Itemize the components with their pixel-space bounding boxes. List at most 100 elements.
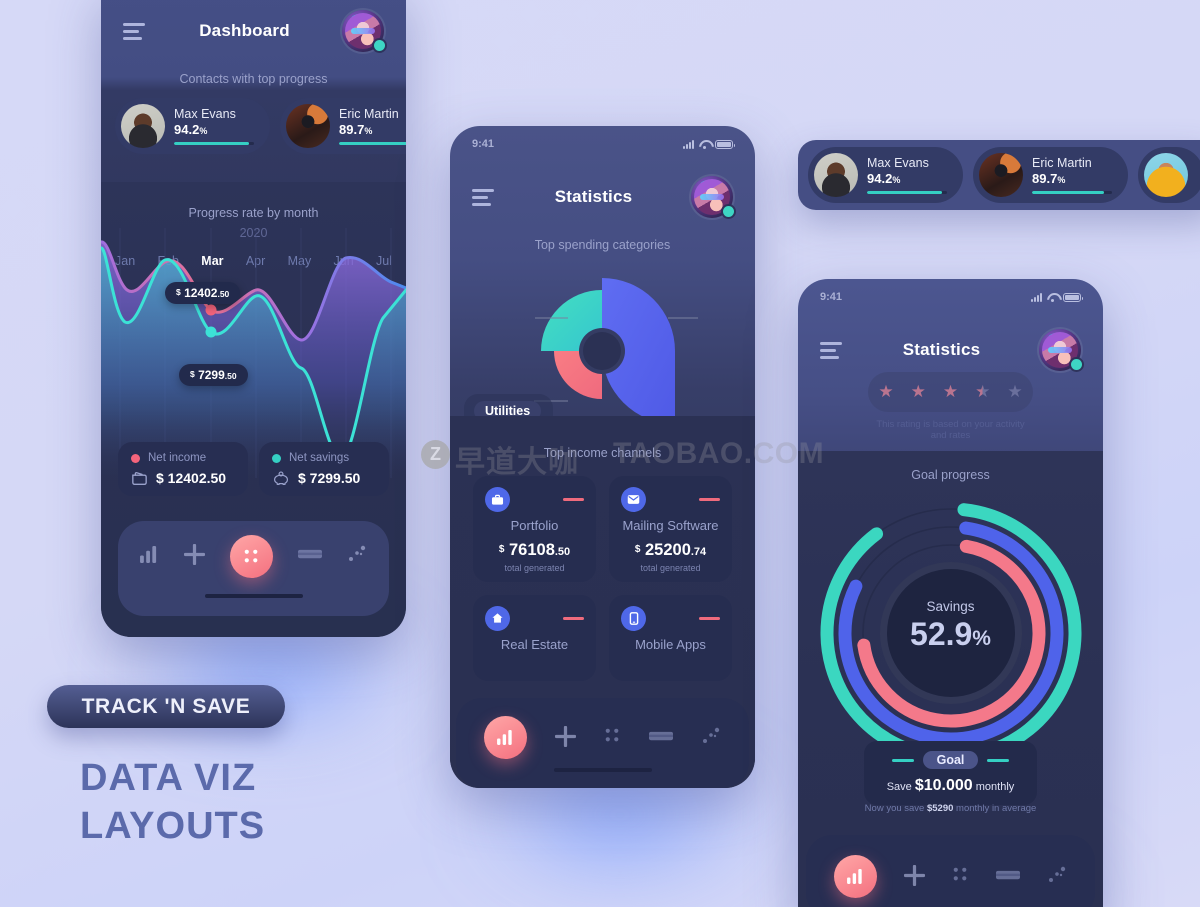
online-status-dot: [1071, 359, 1082, 370]
mobile-icon: [621, 605, 646, 631]
page-title: Statistics: [554, 187, 633, 206]
nav-chart-bar-fab-button[interactable]: [833, 855, 877, 898]
watermark-logo: Z: [421, 440, 450, 469]
star-4-half-icon[interactable]: ★: [975, 382, 990, 402]
wifi-icon: [1047, 293, 1058, 302]
spending-label: Top spending categories: [534, 238, 671, 252]
stat-cards: Net income $ 12402.50 Net savings $ 7299…: [118, 442, 389, 496]
rating-note: This rating is based on your activity an…: [876, 419, 1025, 441]
avatar-glasses: [351, 28, 375, 34]
stat-value: $ 12402.50: [156, 470, 227, 486]
income-card-name: Mailing Software: [622, 518, 719, 533]
contact-percent: 94.2%: [174, 121, 208, 137]
nav-scatter-icon[interactable]: [347, 545, 367, 568]
phone-dashboard: Dashboard Contacts with top progress Max…: [101, 0, 406, 637]
goal-card[interactable]: Goal Save $10.000 monthly: [864, 741, 1037, 805]
income-card-real-estate[interactable]: Real Estate: [473, 594, 596, 681]
income-card-portfolio[interactable]: Portfolio $ 76108.50 total generated: [473, 476, 596, 582]
tooltip-net-income: $ 12402.50: [165, 282, 241, 304]
star-5-icon[interactable]: ★: [1007, 382, 1022, 402]
nav-card-icon[interactable]: [649, 729, 673, 749]
contact-card-eric[interactable]: Eric Martin 89.7%: [280, 98, 406, 154]
phone2-screen: 9:41 Statistics Top spending categories: [450, 126, 755, 788]
stat-label: Net savings: [289, 452, 350, 464]
trend-dash-icon: [699, 616, 720, 621]
nav-grid-icon[interactable]: [604, 727, 621, 749]
briefcase-icon: [485, 487, 510, 512]
nav-plus-icon[interactable]: [903, 864, 925, 891]
contacts-label: Contacts with top progress: [179, 72, 328, 86]
star-3-icon[interactable]: ★: [943, 382, 958, 402]
contact-avatar: [286, 104, 330, 148]
star-2-icon[interactable]: ★: [911, 382, 926, 402]
status-time: 9:41: [820, 291, 843, 303]
bottom-nav[interactable]: [806, 835, 1095, 907]
contact-progress-bar: [339, 141, 406, 146]
income-card-sub: total generated: [640, 562, 701, 573]
nav-card-icon[interactable]: [297, 547, 322, 567]
mail-icon: [621, 487, 646, 512]
nav-grid-icon[interactable]: [952, 866, 969, 888]
phone3-screen: 9:41 Statistics ★ ★ ★ ★ ★ This rating is…: [798, 279, 1103, 907]
nav-card-icon[interactable]: [996, 868, 1021, 888]
star-1-icon[interactable]: ★: [878, 382, 893, 402]
nav-scatter-icon[interactable]: [1047, 866, 1067, 889]
signal-icon: [1031, 292, 1042, 302]
promo-title: DATA VIZ LAYOUTS: [80, 755, 340, 850]
nav-plus-icon[interactable]: [183, 543, 206, 570]
nav-chart-bar-fab-button[interactable]: [484, 716, 527, 759]
contact-avatar: [1144, 153, 1188, 197]
hamburger-icon[interactable]: [123, 22, 147, 40]
bottom-nav[interactable]: [456, 698, 749, 788]
phone1-screen: Dashboard Contacts with top progress Max…: [101, 0, 406, 637]
nav-plus-icon[interactable]: [554, 725, 577, 752]
goal-center-label: Savings: [926, 599, 975, 614]
contact-percent: 94.2%: [867, 170, 901, 186]
contact-percent: 89.7%: [339, 121, 373, 137]
avatar[interactable]: [1039, 329, 1082, 371]
avatar[interactable]: [342, 10, 385, 52]
rating-stars[interactable]: ★ ★ ★ ★ ★: [868, 372, 1033, 412]
contacts-strip[interactable]: Max Evans 94.2% Eric Martin 89.7%: [101, 86, 406, 154]
contact-card-max[interactable]: Max Evans 94.2%: [808, 147, 963, 203]
goal-amount-line: Save $10.000 monthly: [886, 777, 1015, 794]
avatar-glasses: [1048, 347, 1072, 353]
nav-chart-bar-icon[interactable]: [140, 545, 159, 568]
promo-title-line2: LAYOUTS: [80, 804, 266, 847]
signal-icon: [683, 139, 694, 149]
income-card-name: Portfolio: [510, 518, 559, 533]
phone-statistics-goal: 9:41 Statistics ★ ★ ★ ★ ★ This rating is…: [798, 279, 1103, 907]
income-card-amount: $ 25200.74: [634, 540, 707, 559]
status-bar: 9:41: [798, 287, 1103, 307]
net-income-bullet-icon: [131, 453, 140, 463]
tooltip-net-savings: $ 7299.50: [179, 364, 248, 386]
hamburger-icon[interactable]: [472, 188, 496, 206]
contact-percent: 89.7%: [1032, 170, 1066, 186]
contact-card-max[interactable]: Max Evans 94.2%: [115, 98, 270, 154]
contact-name: Eric Martin: [339, 106, 399, 121]
goal-dash-left-icon: [891, 758, 914, 762]
trend-dash-icon: [563, 497, 584, 502]
nav-scatter-icon[interactable]: [701, 727, 721, 750]
hamburger-icon[interactable]: [820, 341, 844, 359]
income-card-mobile-apps[interactable]: Mobile Apps: [609, 594, 732, 681]
bottom-nav[interactable]: [118, 521, 389, 616]
contact-card-partial[interactable]: [1138, 147, 1200, 203]
piggy-bank-icon: [273, 471, 288, 485]
wifi-icon: [699, 140, 710, 149]
floating-contacts-card[interactable]: Max Evans 94.2% Eric Martin 89.7%: [798, 140, 1200, 210]
contacts-section: Contacts with top progress Max Evans 94.…: [101, 72, 406, 154]
contact-card-eric[interactable]: Eric Martin 89.7%: [973, 147, 1128, 203]
contact-avatar: [121, 104, 165, 148]
stat-card-net-savings[interactable]: Net savings $ 7299.50: [259, 442, 389, 496]
income-label: Top income channels: [543, 446, 662, 460]
goal-center: Savings 52.9%: [798, 599, 1103, 653]
income-card-mailing-software[interactable]: Mailing Software $ 25200.74 total genera…: [609, 476, 732, 582]
home-indicator: [204, 594, 303, 598]
goal-dash-right-icon: [987, 758, 1010, 762]
nav-grid-fab-button[interactable]: [229, 535, 273, 578]
avatar[interactable]: [691, 176, 734, 218]
stat-card-net-income[interactable]: Net income $ 12402.50: [118, 442, 248, 496]
home-icon: [485, 605, 510, 631]
phone1-appbar: Dashboard: [101, 8, 406, 54]
